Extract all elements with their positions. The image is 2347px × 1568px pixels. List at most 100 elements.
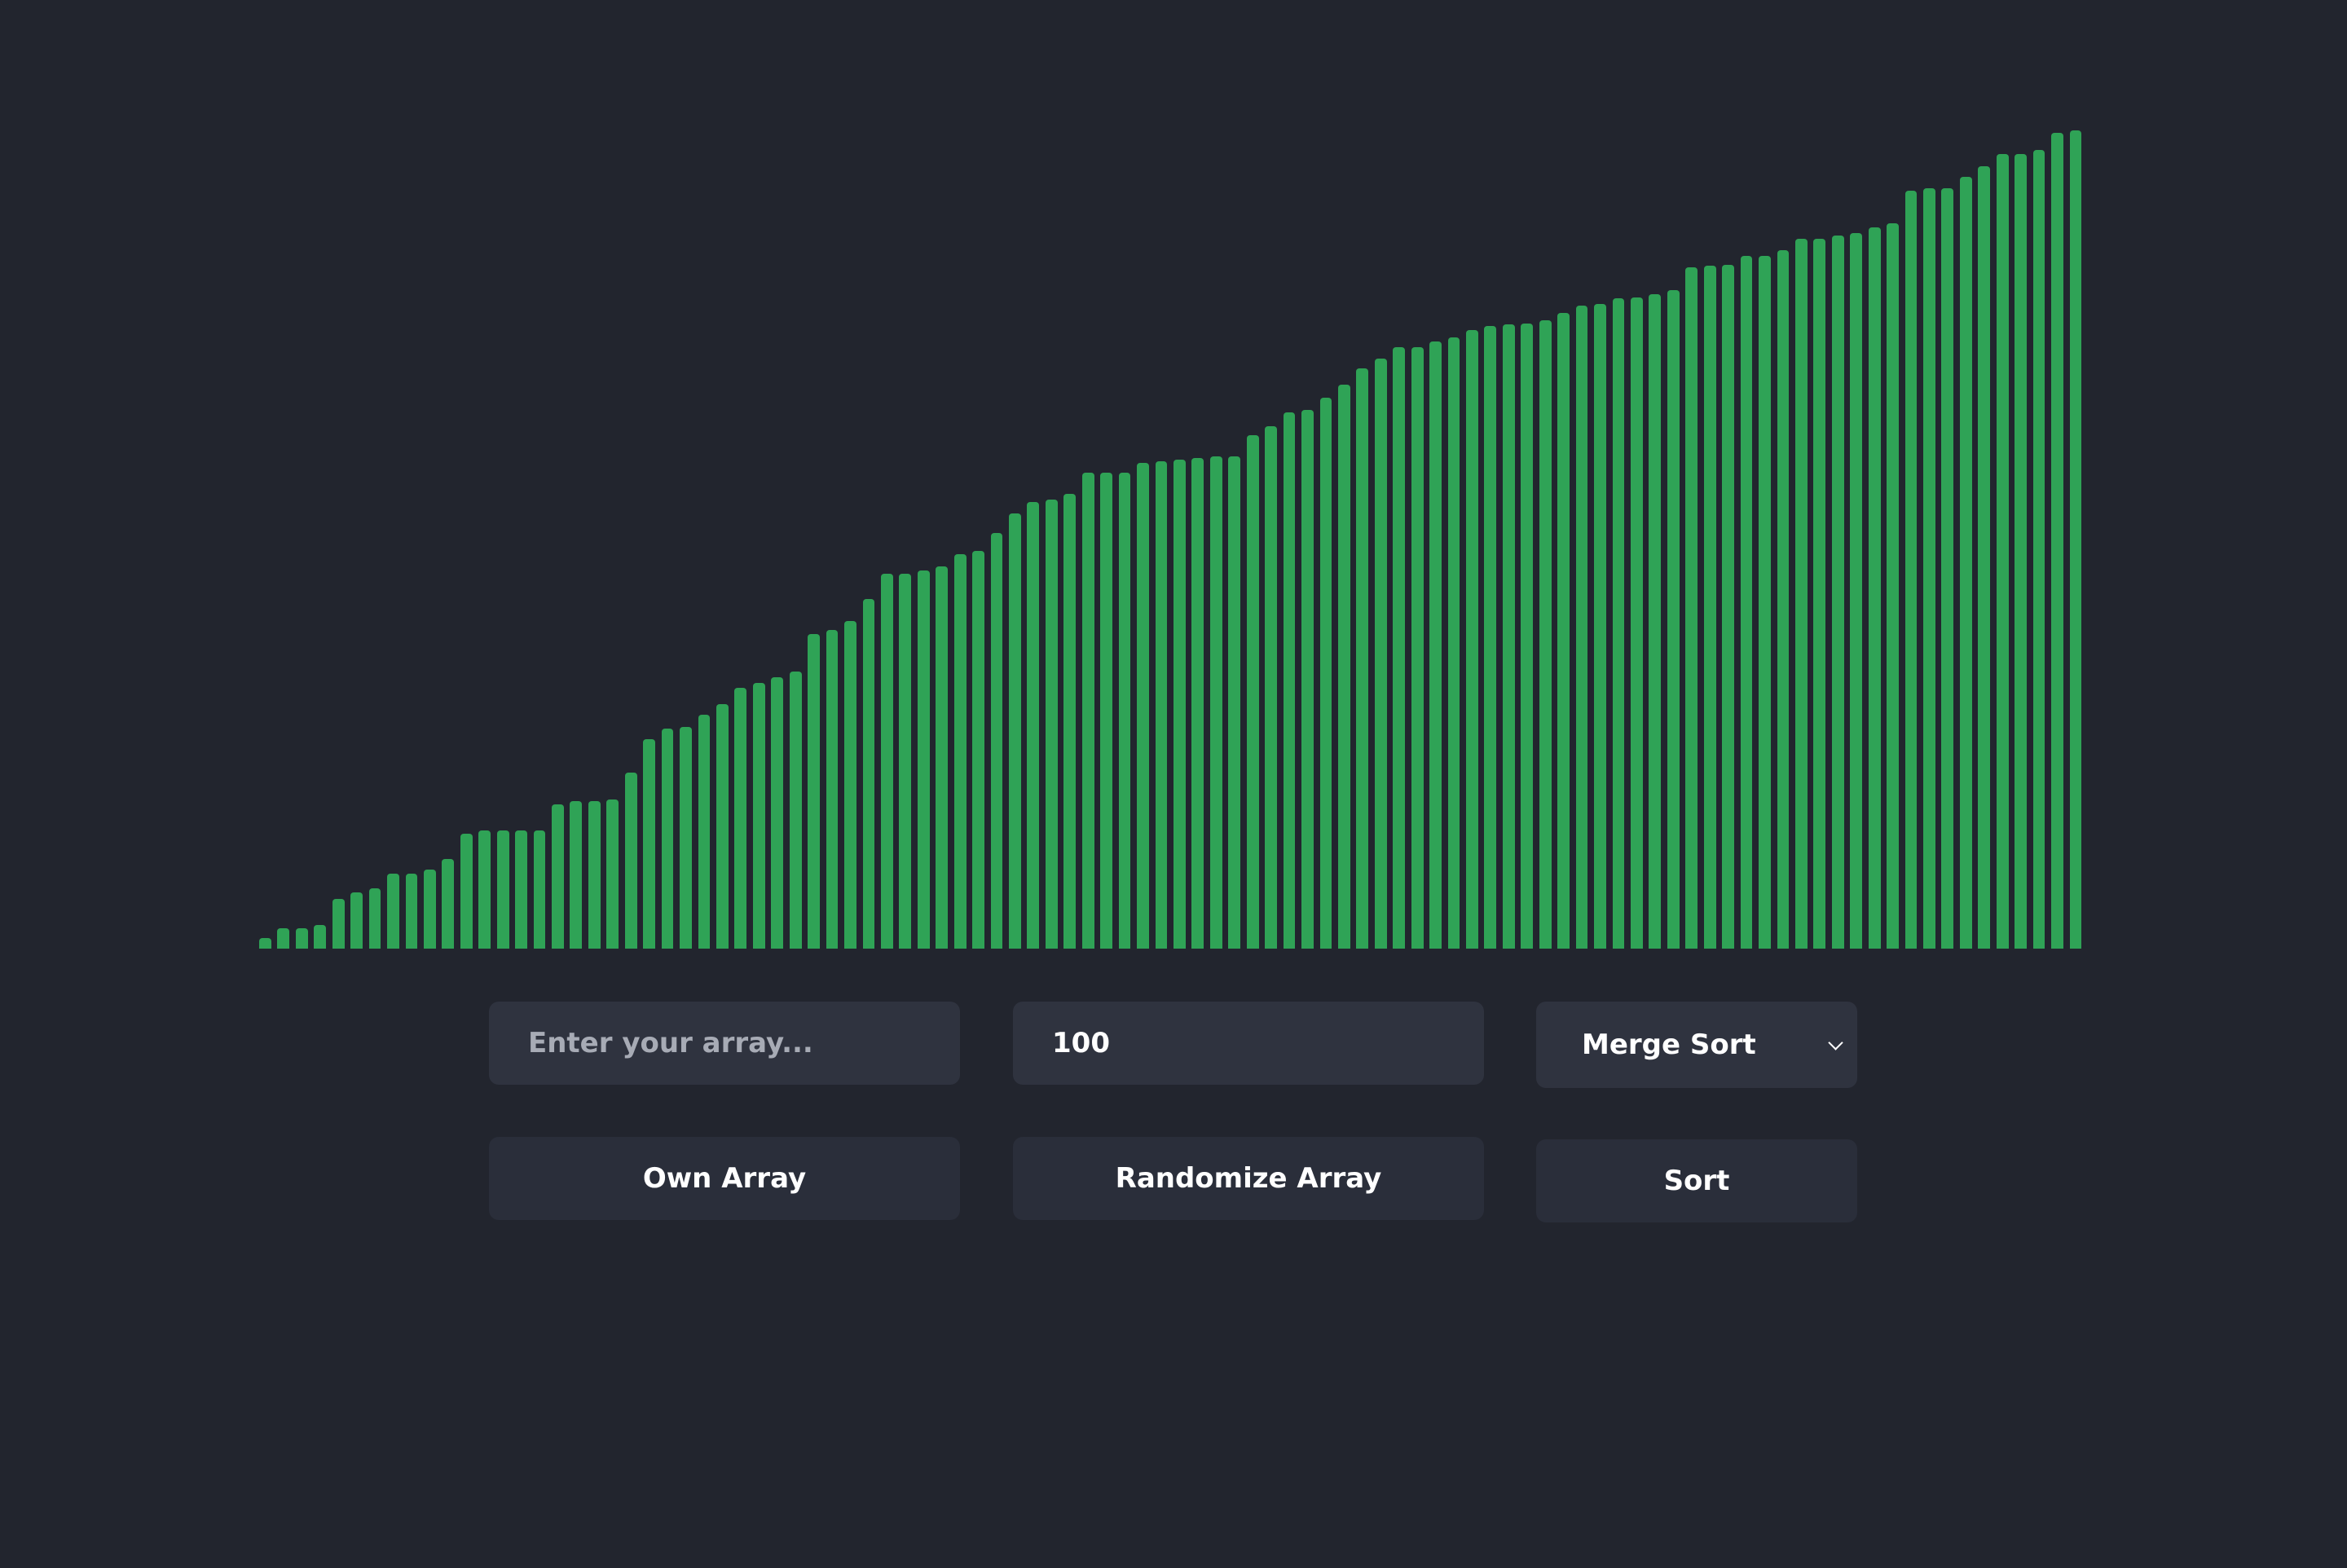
array-bar xyxy=(1887,222,1899,949)
array-bar xyxy=(368,888,381,949)
array-bar xyxy=(1996,154,2009,949)
array-bar xyxy=(899,574,912,949)
array-bar xyxy=(1374,358,1387,949)
array-bar xyxy=(332,898,345,949)
array-bar xyxy=(661,728,674,949)
array-bar xyxy=(1831,236,1844,949)
sort-button[interactable]: Sort xyxy=(1536,1139,1857,1222)
array-bar xyxy=(1722,265,1734,949)
algorithm-select[interactable]: Merge Sort xyxy=(1536,1002,1857,1088)
array-bar xyxy=(1667,289,1680,949)
array-bar xyxy=(423,870,436,949)
array-bar xyxy=(917,570,930,949)
array-bar xyxy=(314,924,327,949)
array-bar xyxy=(1228,456,1241,949)
array-bar xyxy=(680,727,692,949)
array-bar xyxy=(1557,313,1570,949)
array-bar xyxy=(1594,303,1606,949)
array-bar xyxy=(1941,187,1954,949)
array-bar xyxy=(460,833,473,949)
array-bar xyxy=(515,830,527,949)
array-bar xyxy=(1631,297,1643,949)
array-bar xyxy=(1319,398,1332,949)
array-bar xyxy=(350,892,363,949)
array-bar xyxy=(752,682,765,949)
array-size-input[interactable] xyxy=(1013,1002,1484,1085)
array-bar xyxy=(259,938,271,949)
array-bar xyxy=(588,801,601,949)
array-bar xyxy=(844,620,856,949)
array-bar xyxy=(570,801,583,949)
array-bar xyxy=(1904,190,1918,949)
array-bar xyxy=(1484,325,1497,949)
array-bar xyxy=(698,714,711,949)
array-bar xyxy=(1447,337,1460,949)
array-bar xyxy=(277,927,290,949)
array-bar xyxy=(2051,133,2063,949)
array-bar xyxy=(1301,410,1314,949)
array-bar xyxy=(1118,472,1131,949)
array-bar xyxy=(789,672,802,949)
array-bar xyxy=(295,927,308,949)
array-bar xyxy=(1393,347,1406,949)
array-input[interactable] xyxy=(489,1002,960,1085)
array-bar xyxy=(2069,130,2082,949)
array-bar xyxy=(1429,341,1442,949)
array-bar xyxy=(862,598,875,949)
array-bar xyxy=(1539,319,1552,949)
array-bar xyxy=(972,550,984,949)
randomize-array-button[interactable]: Randomize Array xyxy=(1013,1137,1484,1220)
array-bar xyxy=(1027,501,1040,949)
array-bar xyxy=(1978,166,1991,949)
array-bar xyxy=(1759,255,1771,949)
array-bar xyxy=(2015,154,2028,949)
array-bar xyxy=(1337,384,1350,949)
array-bar xyxy=(1411,347,1424,949)
array-bar xyxy=(1356,368,1369,949)
array-bar xyxy=(387,874,399,949)
own-array-button[interactable]: Own Array xyxy=(489,1137,960,1220)
array-bar xyxy=(936,566,949,949)
array-bar xyxy=(1703,266,1716,949)
array-bar xyxy=(1063,494,1077,949)
array-bar xyxy=(1045,499,1058,949)
array-bars-chart xyxy=(259,130,2088,949)
array-bar xyxy=(624,773,637,949)
array-bar xyxy=(1685,267,1698,949)
array-bar xyxy=(552,804,564,949)
array-bar xyxy=(533,830,546,949)
array-bar xyxy=(1959,176,1972,949)
array-bar xyxy=(1794,238,1808,949)
algorithm-select-value: Merge Sort xyxy=(1582,1028,1756,1061)
array-bar xyxy=(2032,150,2045,949)
array-bar xyxy=(808,633,820,949)
array-bar xyxy=(1813,238,1826,949)
array-bar xyxy=(1100,472,1113,949)
array-bar xyxy=(1009,513,1021,949)
array-bar xyxy=(880,574,893,949)
array-bar xyxy=(1923,187,1935,949)
array-bar xyxy=(1466,330,1478,949)
array-bar xyxy=(1081,472,1094,949)
array-bar xyxy=(1137,463,1149,949)
array-bar xyxy=(1265,426,1277,949)
array-bar xyxy=(496,830,509,949)
array-bar xyxy=(1649,294,1662,949)
array-bar xyxy=(1868,227,1881,949)
array-bar xyxy=(643,739,656,949)
array-bar xyxy=(826,629,839,949)
array-bar xyxy=(606,799,619,949)
array-bar xyxy=(1174,460,1186,949)
array-bar xyxy=(1246,434,1259,949)
array-bar xyxy=(1575,305,1588,949)
array-bar xyxy=(1777,250,1790,949)
array-bar xyxy=(734,688,747,949)
chevron-down-icon xyxy=(1828,1035,1843,1050)
array-bar xyxy=(1283,412,1296,949)
array-bar xyxy=(1850,233,1863,949)
array-bar xyxy=(1521,323,1534,949)
array-bar xyxy=(478,830,491,949)
array-bar xyxy=(405,874,418,949)
array-bar xyxy=(1191,458,1204,949)
array-bar xyxy=(1155,461,1168,949)
